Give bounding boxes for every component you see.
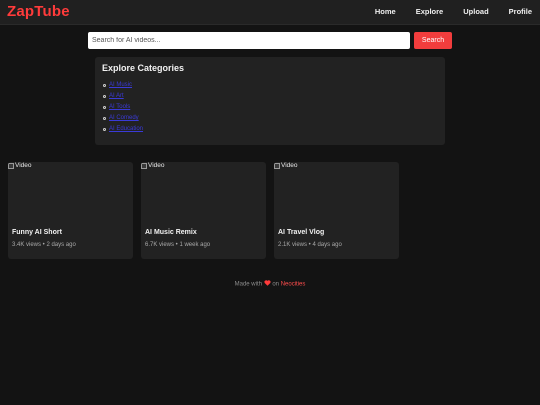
video-title[interactable]: AI Music Remix [145,229,197,236]
thumbnail-alt-text: Video [148,162,165,169]
video-thumbnail[interactable]: Video [8,162,133,220]
main-nav: Home Explore Upload Profile [355,7,532,16]
category-item: AI Tools [102,102,143,113]
category-item: AI Music [102,80,143,91]
search-bar: Search [88,32,452,49]
video-meta: 3.4K views • 2 days ago [12,242,76,248]
video-meta: 6.7K views • 1 week ago [145,242,211,248]
category-item: AI Comedy [102,113,143,124]
video-card[interactable]: Video AI Travel Vlog 2.1K views • 4 days… [274,162,399,259]
category-item: AI Education [102,124,143,135]
category-link-ai-art[interactable]: AI Art [109,93,124,99]
video-card[interactable]: Video AI Music Remix 6.7K views • 1 week… [141,162,266,259]
footer-prefix: Made with [234,281,262,288]
category-item: AI Art [102,91,143,102]
broken-image-icon [8,162,14,169]
categories-panel: Explore Categories AI Music AI Art AI To… [95,57,445,145]
thumbnail-alt-text: Video [15,162,32,169]
search-input[interactable] [88,32,410,49]
nav-explore-link[interactable]: Explore [416,7,444,16]
categories-list: AI Music AI Art AI Tools AI Comedy AI Ed… [102,80,143,135]
video-card[interactable]: Video Funny AI Short 3.4K views • 2 days… [8,162,133,259]
video-meta: 2.1K views • 4 days ago [278,242,342,248]
search-button[interactable]: Search [414,32,452,49]
nav-profile-link[interactable]: Profile [509,7,532,16]
video-thumbnail[interactable]: Video [141,162,266,220]
site-footer: Made with on Neocities [0,280,540,288]
site-logo[interactable]: ZapTube [7,3,70,20]
category-link-ai-music[interactable]: AI Music [109,82,132,88]
nav-upload-link[interactable]: Upload [463,7,488,16]
categories-title: Explore Categories [102,63,185,73]
heart-icon [264,280,271,288]
footer-middle: on [272,281,280,288]
video-title[interactable]: AI Travel Vlog [278,229,324,236]
broken-image-icon [141,162,147,169]
category-link-ai-comedy[interactable]: AI Comedy [109,115,139,121]
neocities-link[interactable]: Neocities [281,282,306,288]
category-link-ai-tools[interactable]: AI Tools [109,104,130,110]
top-bar: ZapTube Home Explore Upload Profile [0,0,540,25]
nav-home-link[interactable]: Home [375,7,396,16]
category-link-ai-education[interactable]: AI Education [109,126,143,132]
video-title[interactable]: Funny AI Short [12,229,62,236]
broken-image-icon [274,162,280,169]
thumbnail-alt-text: Video [281,162,298,169]
video-thumbnail[interactable]: Video [274,162,399,220]
